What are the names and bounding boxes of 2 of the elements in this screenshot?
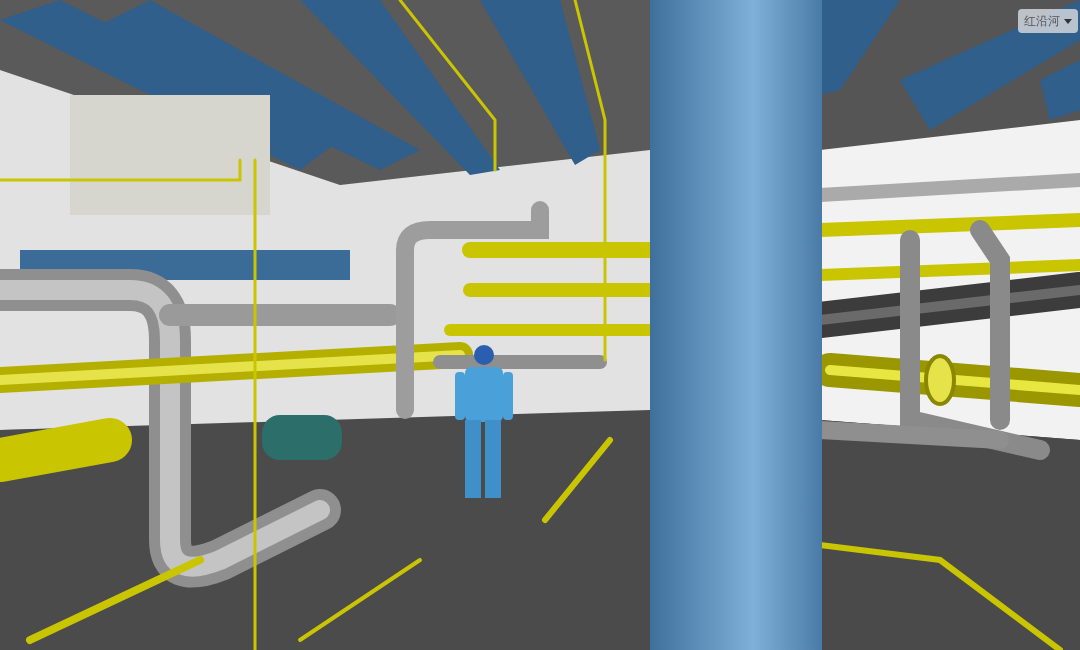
site-dropdown[interactable]: 红沿河 xyxy=(1018,9,1078,33)
caret-icon xyxy=(1064,18,1072,24)
